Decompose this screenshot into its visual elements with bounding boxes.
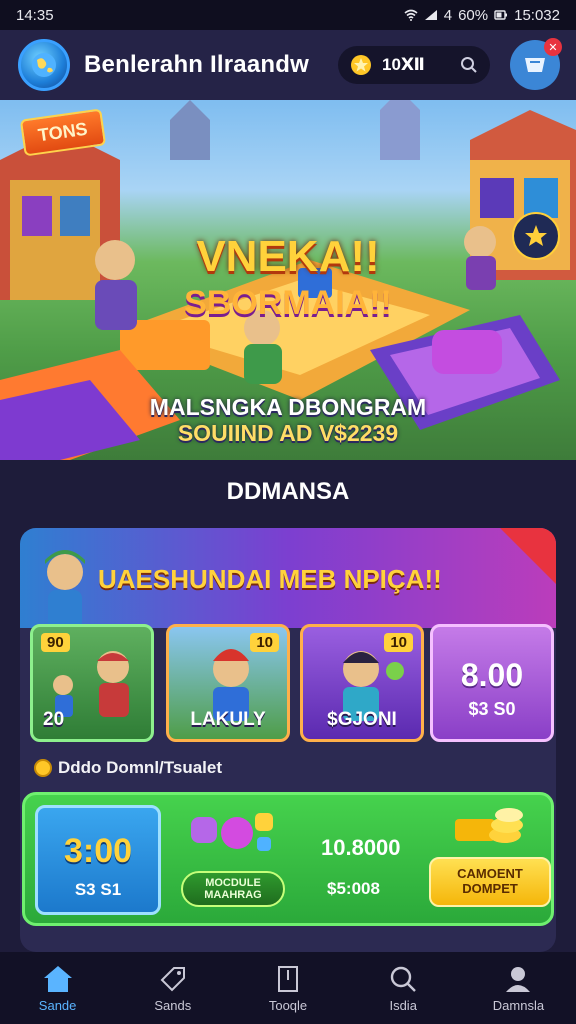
shop-cart-button[interactable]: ✕: [510, 38, 562, 90]
signal-label: 4: [443, 6, 453, 24]
wallet-action-line1: CAMOENT: [457, 866, 523, 882]
gems-icon: [191, 813, 273, 851]
bottom-navigation: Sande Sands Tooqle Isdia Damnsla: [0, 952, 576, 1024]
wallet-price-box[interactable]: 3:00 S3 S1: [35, 805, 161, 915]
status-bar: 14:35 4 60% 15:032: [0, 0, 576, 30]
wallet-price: 3:00: [63, 832, 133, 870]
nav-item-sands[interactable]: Sands: [115, 952, 230, 1024]
cell-signal-icon: [424, 10, 437, 20]
nav-label: Sands: [154, 997, 192, 1013]
user-icon: [506, 966, 531, 992]
status-icons: 4 60% 15:032: [404, 7, 560, 24]
app-title: Benlerahn Ilraandw: [84, 51, 309, 78]
nav-label: Isdia: [389, 997, 417, 1013]
app-header: Benlerahn Ilraandw 10Ⅻ ✕: [0, 30, 576, 100]
tile-badge: 90: [41, 633, 70, 652]
hero-title-line1: VNEKA!!: [196, 232, 380, 281]
status-time: 14:35: [16, 6, 54, 24]
hero-title: VNEKA!! SBORMAIA!!: [0, 232, 576, 323]
module-button-line1: MOCDULE: [205, 876, 261, 889]
wallet-value-primary: 10.8000: [321, 835, 401, 860]
hero-subtitle: MALSNGKA DBONGRAM SOUIIND AD V$2239: [0, 394, 576, 447]
wallet-row: Dddo Domnl/Tsualet: [34, 758, 222, 778]
nav-item-toogle[interactable]: Tooqle: [230, 952, 345, 1024]
nav-item-search[interactable]: Isdia: [346, 952, 461, 1024]
nav-label: Damnsla: [492, 997, 545, 1013]
wallet-label: Dddo Domnl/Tsualet: [58, 758, 223, 777]
favorite-star-button[interactable]: [512, 212, 560, 260]
nav-label: Sande: [38, 997, 77, 1013]
star-coin-icon: [351, 55, 371, 75]
promo-tile-3[interactable]: 10 $GJONI: [300, 624, 424, 742]
bookmark-icon: [278, 965, 298, 992]
promo-corner-flag[interactable]: [500, 528, 556, 584]
tile-caption: $GJONI: [327, 709, 397, 730]
coin-stack-icon: [455, 808, 523, 843]
nav-item-home[interactable]: Sande: [0, 952, 115, 1024]
promo-headline: UAESHUNDAI MEB NPIÇA!!: [98, 564, 442, 594]
home-icon: [43, 965, 72, 992]
promo-tile-2[interactable]: 10 LAKULY: [166, 624, 290, 742]
search-icon: [391, 966, 417, 992]
tag-icon: [160, 966, 185, 991]
status-clock-right: 15:032: [514, 6, 560, 24]
wallet-price-sub: S3 S1: [74, 880, 122, 899]
module-button-line2: MAAHRAG: [204, 889, 262, 901]
cart-notification-badge: ✕: [544, 38, 562, 56]
promo-character-illustration: [45, 550, 85, 630]
wallet-panel: 3:00 S3 S1 MOCDULE MAAHRAG 10.8000 $5:00…: [22, 792, 554, 926]
tile-caption: LAKULY: [190, 709, 266, 730]
nav-label: Tooqle: [268, 997, 308, 1013]
tile-price: 8.00: [460, 657, 524, 693]
promo-tile-4[interactable]: 8.00 $3 S0: [430, 624, 554, 742]
hero-subtitle-line2: SOUIIND AD V$2239: [177, 420, 399, 447]
tile-price-sub: $3 S0: [468, 699, 516, 719]
battery-icon: [494, 10, 508, 20]
promo-tile-1[interactable]: 90 20: [30, 624, 154, 742]
globe-avatar[interactable]: [18, 39, 70, 91]
promo-card: UAESHUNDAI MEB NPIÇA!! 90 20 10 LAKULY 1…: [20, 528, 556, 952]
tile-badge: 10: [250, 633, 279, 652]
wallet-action-line2: DOMPET: [462, 881, 518, 896]
wallet-value-secondary: $5:008: [327, 879, 380, 898]
coin-balance-pill[interactable]: 10Ⅻ: [338, 46, 490, 84]
wallet-action-button[interactable]: CAMOENT DOMPET: [429, 857, 551, 907]
star-icon: [525, 225, 547, 246]
promo-banner[interactable]: UAESHUNDAI MEB NPIÇA!!: [20, 528, 556, 630]
wifi-icon: [404, 9, 418, 21]
hero-title-line2: SBORMAIA!!: [184, 284, 392, 322]
coin-icon: [34, 759, 52, 777]
coin-balance-value: 10Ⅻ: [382, 55, 425, 74]
globe-icon: [32, 53, 56, 77]
tile-caption: 20: [43, 709, 65, 730]
cart-icon: [525, 58, 545, 72]
nav-item-profile[interactable]: Damnsla: [461, 952, 576, 1024]
hero-subtitle-line1: MALSNGKA DBONGRAM: [149, 394, 427, 420]
search-icon[interactable]: [460, 56, 478, 74]
module-button[interactable]: MOCDULE MAAHRAG: [181, 871, 285, 907]
tile-badge: 10: [384, 633, 413, 652]
battery-label: 60%: [458, 6, 489, 24]
section-title: DDMANSA: [226, 478, 350, 505]
